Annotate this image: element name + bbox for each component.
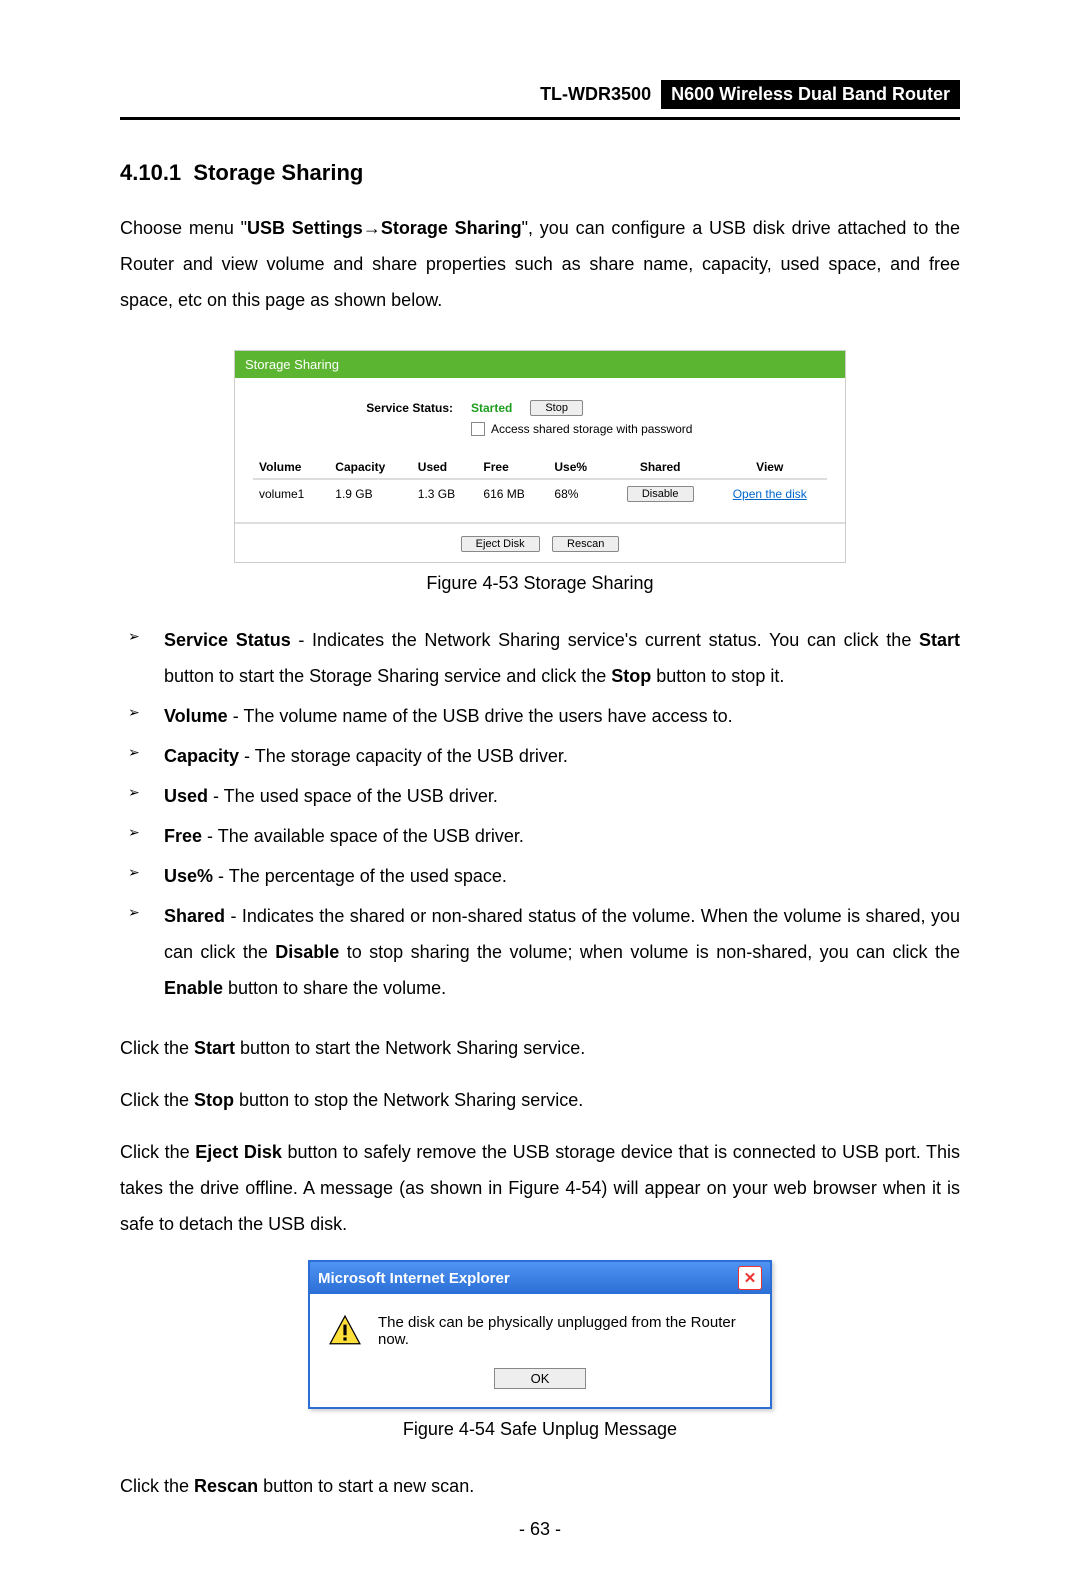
warning-icon (328, 1314, 362, 1348)
page-number: - 63 - (0, 1519, 1080, 1540)
list-item: Free - The available space of the USB dr… (120, 818, 960, 854)
storage-sharing-panel: Storage Sharing Service Status: Started … (234, 350, 846, 563)
list-item: Use% - The percentage of the used space. (120, 858, 960, 894)
dialog-title: Microsoft Internet Explorer (318, 1270, 510, 1287)
service-status-row: Service Status: Started Stop (253, 400, 827, 416)
model-number: TL-WDR3500 (530, 80, 661, 109)
checkbox-icon[interactable] (471, 422, 485, 436)
close-icon[interactable]: ✕ (738, 1266, 762, 1290)
product-name: N600 Wireless Dual Band Router (661, 80, 960, 109)
stop-paragraph: Click the Stop button to stop the Networ… (120, 1082, 960, 1118)
rescan-paragraph: Click the Rescan button to start a new s… (120, 1468, 960, 1504)
ok-button[interactable]: OK (494, 1368, 587, 1389)
col-use-percent: Use% (548, 456, 607, 479)
list-item: Volume - The volume name of the USB driv… (120, 698, 960, 734)
disable-button[interactable]: Disable (627, 486, 694, 502)
checkbox-label: Access shared storage with password (491, 422, 692, 436)
figure-54-caption: Figure 4-54 Safe Unplug Message (120, 1419, 960, 1440)
unplug-dialog: Microsoft Internet Explorer ✕ The disk c… (308, 1260, 772, 1409)
eject-paragraph: Click the Eject Disk button to safely re… (120, 1134, 960, 1242)
table-header-row: Volume Capacity Used Free Use% Shared Vi… (253, 456, 827, 479)
list-item: Used - The used space of the USB driver. (120, 778, 960, 814)
panel-title: Storage Sharing (235, 351, 845, 386)
col-used: Used (412, 456, 478, 479)
cell-use-percent: 68% (548, 479, 607, 508)
list-item: Shared - Indicates the shared or non-sha… (120, 898, 960, 1006)
stop-button[interactable]: Stop (530, 400, 583, 416)
cell-free: 616 MB (477, 479, 548, 508)
cell-capacity: 1.9 GB (329, 479, 412, 508)
cell-used: 1.3 GB (412, 479, 478, 508)
start-paragraph: Click the Start button to start the Netw… (120, 1030, 960, 1066)
document-header: TL-WDR3500 N600 Wireless Dual Band Route… (120, 80, 960, 109)
open-disk-link[interactable]: Open the disk (733, 487, 807, 501)
password-access-row[interactable]: Access shared storage with password (471, 422, 827, 436)
intro-paragraph: Choose menu "USB Settings→Storage Sharin… (120, 210, 960, 318)
col-volume: Volume (253, 456, 329, 479)
col-capacity: Capacity (329, 456, 412, 479)
panel-footer: Eject Disk Rescan (235, 522, 845, 562)
feature-list: Service Status - Indicates the Network S… (120, 622, 960, 1006)
figure-53-caption: Figure 4-53 Storage Sharing (120, 573, 960, 594)
section-heading: 4.10.1 Storage Sharing (120, 160, 960, 186)
eject-disk-button[interactable]: Eject Disk (461, 536, 540, 552)
service-status-label: Service Status: (253, 401, 471, 415)
col-view: View (712, 456, 827, 479)
header-rule (120, 117, 960, 120)
col-free: Free (477, 456, 548, 479)
list-item: Capacity - The storage capacity of the U… (120, 738, 960, 774)
list-item: Service Status - Indicates the Network S… (120, 622, 960, 694)
service-status-value: Started (471, 401, 512, 415)
dialog-message: The disk can be physically unplugged fro… (378, 1314, 752, 1348)
dialog-titlebar: Microsoft Internet Explorer ✕ (310, 1262, 770, 1294)
volume-table: Volume Capacity Used Free Use% Shared Vi… (253, 456, 827, 508)
table-row: volume1 1.9 GB 1.3 GB 616 MB 68% Disable… (253, 479, 827, 508)
rescan-button[interactable]: Rescan (552, 536, 619, 552)
cell-volume: volume1 (253, 479, 329, 508)
col-shared: Shared (608, 456, 713, 479)
